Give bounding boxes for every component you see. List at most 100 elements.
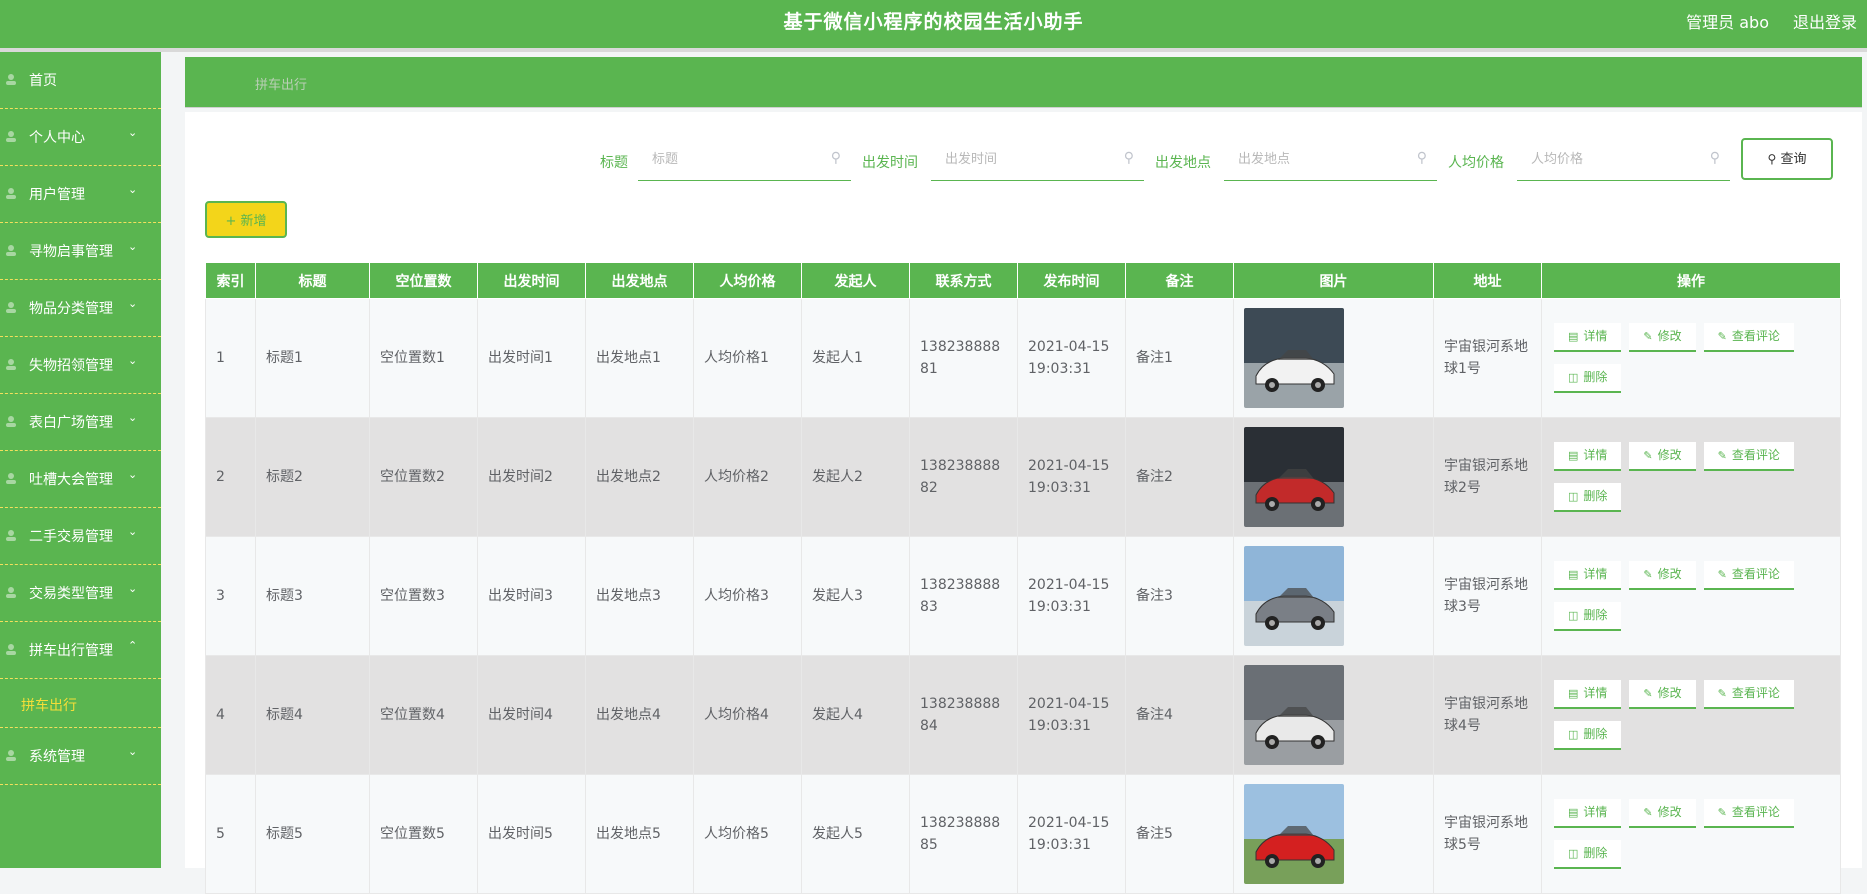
view-comments-button[interactable]: ✎ 查看评论 bbox=[1703, 799, 1794, 828]
departure-place-search-input[interactable] bbox=[1224, 138, 1420, 180]
cell-time: 出发时间3 bbox=[477, 536, 586, 656]
departure-time-search-input[interactable] bbox=[931, 138, 1127, 180]
query-button[interactable]: ⚲ 查询 bbox=[1741, 138, 1833, 180]
sidebar-item-profile[interactable]: 个人中心 ⌄ bbox=[0, 109, 161, 166]
view-comments-button[interactable]: ✎ 查看评论 bbox=[1703, 561, 1794, 590]
edit-button-label: 修改 bbox=[1657, 686, 1682, 700]
sidebar-item-lost-notice[interactable]: 寻物启事管理 ⌄ bbox=[0, 223, 161, 280]
sidebar-item-users[interactable]: 用户管理 ⌄ bbox=[0, 166, 161, 223]
detail-button[interactable]: ▤ 详情 bbox=[1554, 561, 1622, 590]
chevron-down-icon: ⌄ bbox=[128, 126, 138, 139]
delete-button[interactable]: ◫ 删除 bbox=[1554, 602, 1622, 631]
detail-button[interactable]: ▤ 详情 bbox=[1554, 799, 1622, 828]
sidebar-item-second-hand[interactable]: 二手交易管理 ⌄ bbox=[0, 508, 161, 565]
chevron-down-icon: ⌄ bbox=[128, 745, 138, 758]
departure-place-search-label: 出发地点 bbox=[1155, 155, 1211, 171]
cell-image bbox=[1233, 774, 1434, 894]
sidebar-item-label: 吐槽大会管理 bbox=[29, 472, 113, 488]
view-comments-button[interactable]: ✎ 查看评论 bbox=[1703, 442, 1794, 471]
cell-place: 出发地点1 bbox=[585, 298, 694, 418]
chevron-down-icon: ⌄ bbox=[128, 240, 138, 253]
sidebar-item-item-category[interactable]: 物品分类管理 ⌄ bbox=[0, 280, 161, 337]
cell-title: 标题5 bbox=[255, 774, 370, 894]
column-header: 人均价格 bbox=[693, 262, 802, 299]
sidebar-item-label: 拼车出行管理 bbox=[29, 643, 113, 659]
cell-title: 标题4 bbox=[255, 655, 370, 775]
cell-phone: 13823888884 bbox=[909, 655, 1018, 775]
car-image[interactable] bbox=[1244, 308, 1423, 408]
price-search-input[interactable] bbox=[1517, 138, 1713, 180]
car-image[interactable] bbox=[1244, 784, 1423, 884]
logout-link[interactable]: 退出登录 bbox=[1793, 9, 1857, 33]
delete-button[interactable]: ◫ 删除 bbox=[1554, 721, 1622, 750]
departure-place-search-field[interactable]: ⚲ bbox=[1224, 138, 1437, 181]
sidebar-item-complaints[interactable]: 吐槽大会管理 ⌄ bbox=[0, 451, 161, 508]
detail-button-label: 详情 bbox=[1583, 329, 1608, 343]
sidebar-item-label: 二手交易管理 bbox=[29, 529, 113, 545]
title-search-input[interactable] bbox=[638, 138, 834, 180]
settings-icon bbox=[5, 749, 17, 761]
detail-button[interactable]: ▤ 详情 bbox=[1554, 323, 1622, 352]
departure-time-search-field[interactable]: ⚲ bbox=[931, 138, 1144, 181]
detail-button[interactable]: ▤ 详情 bbox=[1554, 680, 1622, 709]
edit-button-label: 修改 bbox=[1657, 567, 1682, 581]
car-image[interactable] bbox=[1244, 546, 1423, 646]
cell-idx: 4 bbox=[205, 655, 256, 775]
trash-icon: ◫ bbox=[1568, 490, 1579, 503]
sidebar-item-trade-type[interactable]: 交易类型管理 ⌄ bbox=[0, 565, 161, 622]
chevron-down-icon: ⌄ bbox=[128, 354, 138, 367]
cell-price: 人均价格5 bbox=[693, 774, 802, 894]
cell-time: 出发时间2 bbox=[477, 417, 586, 537]
edit-button[interactable]: ✎ 修改 bbox=[1629, 561, 1696, 590]
doc-icon: ▤ bbox=[1568, 687, 1579, 700]
admin-username: 管理员 abo bbox=[1686, 13, 1769, 32]
pencil-icon: ✎ bbox=[1717, 687, 1727, 700]
sidebar-item-label: 系统管理 bbox=[29, 749, 85, 765]
chevron-down-icon: ⌄ bbox=[128, 411, 138, 424]
top-header: 基于微信小程序的校园生活小助手 管理员 abo 退出登录 bbox=[0, 0, 1867, 52]
cell-idx: 5 bbox=[205, 774, 256, 894]
tag-icon bbox=[5, 586, 17, 598]
delete-button[interactable]: ◫ 删除 bbox=[1554, 483, 1622, 512]
view-comments-button-label: 查看评论 bbox=[1731, 567, 1780, 581]
cell-actions: ▤ 详情 ✎ 修改 ✎ 查看评论 ◫ 删除 bbox=[1541, 536, 1841, 656]
cell-address: 宇宙银河系地球1号 bbox=[1433, 298, 1542, 418]
title-search-field[interactable]: ⚲ bbox=[638, 138, 851, 181]
price-search-field[interactable]: ⚲ bbox=[1517, 138, 1730, 181]
column-header: 地址 bbox=[1433, 262, 1542, 299]
home-icon bbox=[5, 73, 17, 85]
column-header: 空位置数 bbox=[369, 262, 478, 299]
chevron-down-icon: ⌄ bbox=[128, 525, 138, 538]
edit-button[interactable]: ✎ 修改 bbox=[1629, 323, 1696, 352]
detail-button[interactable]: ▤ 详情 bbox=[1554, 442, 1622, 471]
cell-note: 备注2 bbox=[1125, 417, 1234, 537]
cell-phone: 13823888882 bbox=[909, 417, 1018, 537]
column-header: 出发时间 bbox=[477, 262, 586, 299]
cell-note: 备注4 bbox=[1125, 655, 1234, 775]
column-header: 联系方式 bbox=[909, 262, 1018, 299]
edit-button[interactable]: ✎ 修改 bbox=[1629, 799, 1696, 828]
sidebar-item-found-items[interactable]: 失物招领管理 ⌄ bbox=[0, 337, 161, 394]
edit-button[interactable]: ✎ 修改 bbox=[1629, 680, 1696, 709]
sidebar-item-home[interactable]: 首页 bbox=[0, 52, 161, 109]
submenu-item-carpool[interactable]: 拼车出行 bbox=[21, 695, 77, 715]
add-button[interactable]: + 新增 bbox=[205, 201, 287, 238]
car-image[interactable] bbox=[1244, 665, 1423, 765]
sidebar-item-confession[interactable]: 表白广场管理 ⌄ bbox=[0, 394, 161, 451]
view-comments-button[interactable]: ✎ 查看评论 bbox=[1703, 323, 1794, 352]
pencil-icon: ✎ bbox=[1717, 449, 1727, 462]
delete-button[interactable]: ◫ 删除 bbox=[1554, 840, 1622, 869]
sidebar-item-label: 物品分类管理 bbox=[29, 301, 113, 317]
car-image[interactable] bbox=[1244, 427, 1423, 527]
chevron-down-icon: ⌄ bbox=[128, 297, 138, 310]
cell-price: 人均价格2 bbox=[693, 417, 802, 537]
delete-button[interactable]: ◫ 删除 bbox=[1554, 364, 1622, 393]
pencil-icon: ✎ bbox=[1717, 806, 1727, 819]
sidebar-item-system[interactable]: 系统管理 ⌄ bbox=[0, 728, 161, 785]
cell-actions: ▤ 详情 ✎ 修改 ✎ 查看评论 ◫ 删除 bbox=[1541, 774, 1841, 894]
edit-button[interactable]: ✎ 修改 bbox=[1629, 442, 1696, 471]
breadcrumb[interactable]: 拼车出行 bbox=[255, 74, 307, 93]
sidebar-item-carpool[interactable]: 拼车出行管理 ⌃ bbox=[0, 622, 161, 679]
cell-address: 宇宙银河系地球4号 bbox=[1433, 655, 1542, 775]
view-comments-button[interactable]: ✎ 查看评论 bbox=[1703, 680, 1794, 709]
